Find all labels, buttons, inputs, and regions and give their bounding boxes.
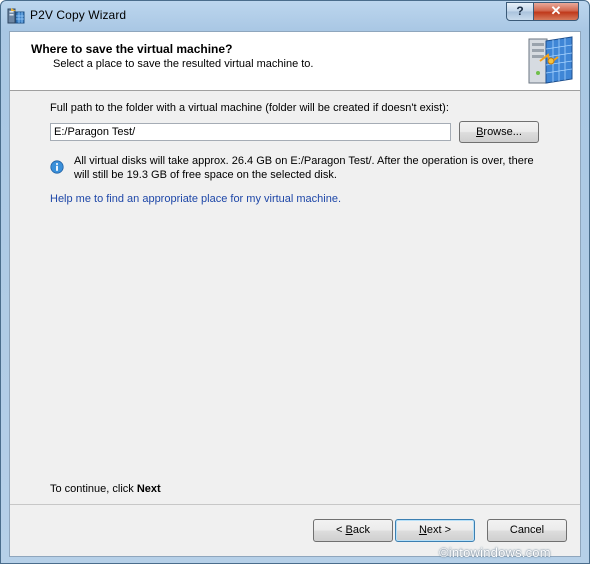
help-icon: ? (516, 4, 524, 18)
p2v-wizard-icon (7, 8, 25, 24)
footer-divider (10, 504, 580, 505)
help-find-place-link[interactable]: Help me to find an appropriate place for… (50, 193, 341, 205)
continue-prefix: To continue, click (50, 483, 137, 495)
wizard-header: Where to save the virtual machine? Selec… (10, 32, 580, 91)
info-icon (50, 160, 64, 174)
cancel-button[interactable]: Cancel (487, 519, 567, 542)
close-icon: ✕ (550, 3, 562, 18)
wizard-content: Where to save the virtual machine? Selec… (9, 31, 581, 557)
browse-button-label: Browse... (460, 122, 538, 142)
folder-path-label: Full path to the folder with a virtual m… (50, 102, 449, 114)
title-bar[interactable]: P2V Copy Wizard ? ✕ (1, 1, 589, 31)
server-with-globe-icon (528, 36, 573, 84)
back-button[interactable]: < Back (313, 519, 393, 542)
back-label-rest: ack (352, 524, 370, 536)
back-mnemonic: B (345, 524, 353, 536)
browse-label-rest: rowse... (483, 126, 522, 138)
window-title: P2V Copy Wizard (30, 8, 127, 22)
close-button[interactable]: ✕ (533, 2, 579, 21)
next-button[interactable]: Next > (395, 519, 475, 542)
watermark: ©intowindows.com (439, 545, 551, 560)
back-label-pre: < (336, 524, 346, 536)
next-button-label: Next > (396, 520, 474, 540)
help-button[interactable]: ? (506, 2, 534, 21)
page-title: Where to save the virtual machine? (31, 42, 233, 56)
disk-space-info: All virtual disks will take approx. 26.4… (74, 155, 534, 181)
next-mnemonic: N (418, 524, 427, 536)
browse-button[interactable]: Browse... (459, 121, 539, 143)
wizard-window: P2V Copy Wizard ? ✕ Where to save the vi… (0, 0, 590, 564)
continue-instruction: To continue, click Next (50, 483, 161, 495)
back-button-label: < Back (314, 520, 392, 540)
folder-path-input[interactable] (50, 123, 451, 141)
continue-next-word: Next (136, 483, 161, 495)
page-subtitle: Select a place to save the resulted virt… (53, 58, 314, 70)
next-label-rest: ext > (426, 524, 452, 536)
cancel-button-label: Cancel (509, 524, 545, 536)
